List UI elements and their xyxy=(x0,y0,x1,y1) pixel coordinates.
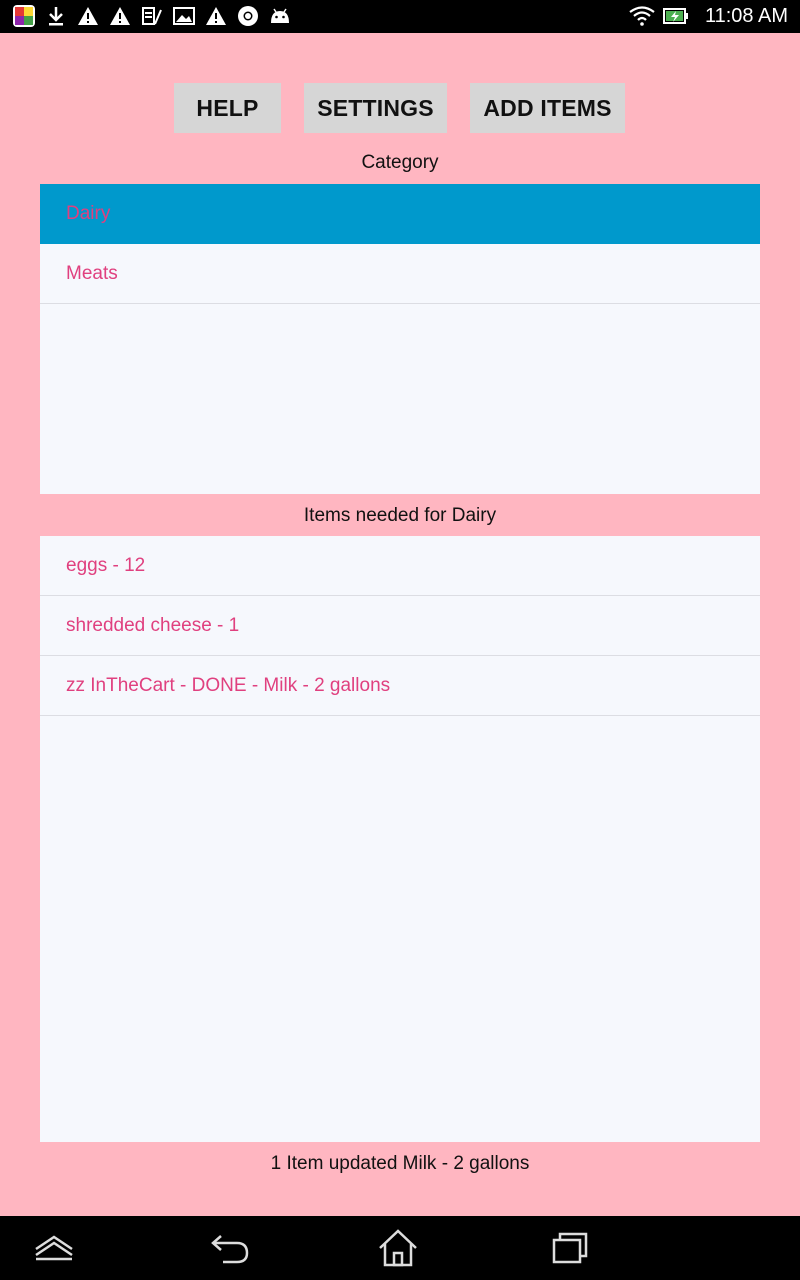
navigation-bar xyxy=(0,1216,800,1280)
help-button[interactable]: HELP xyxy=(174,83,281,133)
add-items-button[interactable]: ADD ITEMS xyxy=(470,83,625,133)
image-icon xyxy=(172,4,196,28)
category-header: Category xyxy=(361,152,439,173)
list-item[interactable]: shredded cheese - 1 xyxy=(40,596,760,656)
battery-charging-icon xyxy=(662,4,690,28)
up-chevron-icon[interactable] xyxy=(30,1226,78,1270)
android-icon xyxy=(268,4,292,28)
app-icon xyxy=(12,4,36,28)
list-item[interactable]: zz InTheCart - DONE - Milk - 2 gallons xyxy=(40,656,760,716)
wifi-icon xyxy=(628,4,656,28)
list-item[interactable]: eggs - 12 xyxy=(40,536,760,596)
chrome-icon xyxy=(236,4,260,28)
items-list: eggs - 12 shredded cheese - 1 zz InTheCa… xyxy=(40,536,760,1142)
status-time: 11:08 AM xyxy=(704,5,788,27)
recent-apps-icon[interactable] xyxy=(546,1226,594,1270)
category-list: Dairy Meats xyxy=(40,184,760,494)
status-message: 1 Item updated Milk - 2 gallons xyxy=(270,1153,530,1174)
sim-icon xyxy=(140,4,164,28)
back-icon[interactable] xyxy=(206,1226,254,1270)
items-header: Items needed for Dairy xyxy=(303,505,497,526)
settings-button[interactable]: SETTINGS xyxy=(304,83,447,133)
download-icon xyxy=(45,4,67,28)
category-item-dairy[interactable]: Dairy xyxy=(40,184,760,244)
category-item-meats[interactable]: Meats xyxy=(40,244,760,304)
status-bar: 11:08 AM xyxy=(0,0,800,33)
warning-icon xyxy=(108,4,132,28)
warning-icon xyxy=(76,4,100,28)
home-icon[interactable] xyxy=(374,1226,422,1270)
warning-icon xyxy=(204,4,228,28)
